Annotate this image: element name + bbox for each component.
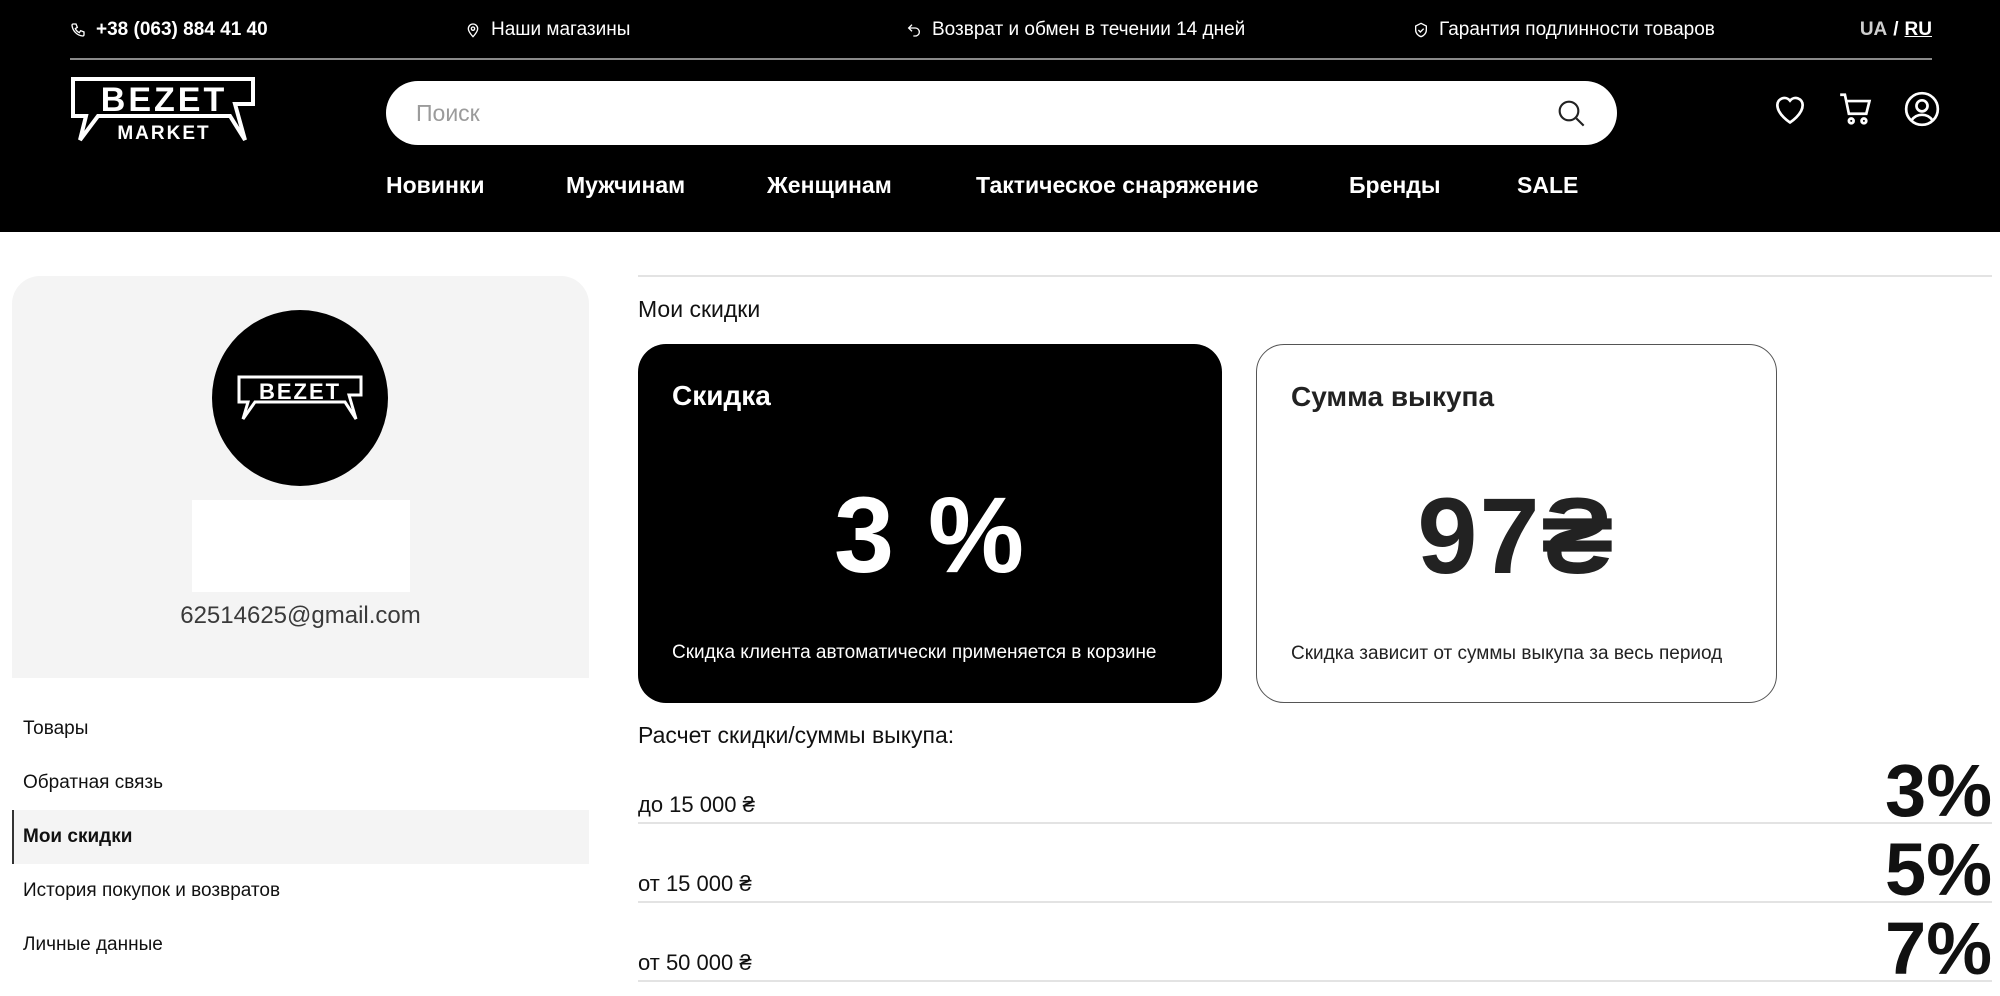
discount-tier-row: до 15 000 ₴ 3%	[638, 745, 1992, 828]
lang-ru-link[interactable]: RU	[1905, 19, 1932, 41]
menu-item-products[interactable]: Товары	[12, 702, 589, 756]
nav-brands[interactable]: Бренды	[1349, 172, 1441, 199]
purchase-sum-title: Сумма выкупа	[1291, 381, 1495, 412]
nav-tactical-gear[interactable]: Тактическое снаряжение	[976, 172, 1259, 199]
account-menu: Товары Обратная связь Мои скидки История…	[12, 702, 589, 972]
stores-link[interactable]: Наши магазины	[465, 0, 630, 60]
phone-icon	[71, 23, 85, 37]
avatar: BEZET	[212, 310, 388, 486]
discount-value: 3 %	[833, 474, 1027, 595]
tier-threshold: от 15 000 ₴	[638, 871, 752, 896]
site-header: +38 (063) 884 41 40 Наши магазины Возвра…	[0, 0, 2000, 232]
tier-threshold: до 15 000 ₴	[638, 792, 755, 817]
logo-text-market: MARKET	[117, 123, 210, 144]
purchase-sum-value: 97₴	[1417, 475, 1616, 596]
purchase-sum-card: Сумма выкупа 97₴ Скидка зависит от суммы…	[1256, 344, 1777, 703]
discount-note: Скидка клиента автоматически применяется…	[672, 642, 1157, 663]
profile-card: BEZET 62514625@gmail.com	[12, 276, 589, 678]
heart-icon[interactable]	[1771, 90, 1809, 128]
discount-card: Скидка 3 % Скидка клиента автоматически …	[638, 344, 1222, 703]
guarantee-link[interactable]: Гарантия подлинности товаров	[1413, 0, 1715, 60]
page-title: Мои скидки	[638, 296, 761, 322]
purchase-sum-note: Скидка зависит от суммы выкупа за весь п…	[1291, 643, 1723, 664]
user-email: 62514625@gmail.com	[180, 602, 421, 629]
tier-threshold: от 50 000 ₴	[638, 950, 752, 975]
guarantee-label[interactable]: Гарантия подлинности товаров	[1439, 19, 1715, 41]
search-icon[interactable]	[1555, 97, 1587, 129]
stores-label[interactable]: Наши магазины	[491, 19, 630, 41]
lang-separator: /	[1893, 19, 1899, 40]
returns-link[interactable]: Возврат и обмен в течении 14 дней	[906, 0, 1245, 60]
discount-card-title: Скидка	[672, 380, 771, 411]
top-info-bar: +38 (063) 884 41 40 Наши магазины Возвра…	[70, 0, 1932, 60]
language-switcher: UA / RU	[1860, 0, 1932, 60]
return-arrow-icon	[907, 24, 920, 37]
nav-women[interactable]: Женщинам	[767, 172, 892, 199]
logo-text-bezet: BEZET	[101, 81, 227, 119]
phone-number[interactable]: +38 (063) 884 41 40	[96, 19, 268, 41]
content-divider	[638, 275, 1992, 277]
tier-percent: 7%	[1885, 907, 1992, 990]
user-name-placeholder	[192, 500, 410, 592]
map-pin-icon	[467, 23, 479, 38]
header-actions	[1771, 90, 1941, 128]
nav-sale[interactable]: SALE	[1517, 172, 1578, 199]
lang-ua-link[interactable]: UA	[1860, 19, 1887, 41]
search-bar	[386, 81, 1617, 145]
avatar-logo-text: BEZET	[259, 379, 341, 404]
cart-icon[interactable]	[1837, 90, 1875, 128]
menu-item-feedback[interactable]: Обратная связь	[12, 756, 589, 810]
shield-check-icon	[1415, 22, 1427, 38]
discount-tier-row: от 15 000 ₴ 5%	[638, 824, 1992, 907]
user-account-icon[interactable]	[1903, 90, 1941, 128]
menu-item-personal-data[interactable]: Личные данные	[12, 918, 589, 972]
menu-item-purchase-history[interactable]: История покупок и возвратов	[12, 864, 589, 918]
nav-men[interactable]: Мужчинам	[566, 172, 685, 199]
bezet-market-logo[interactable]: BEZET MARKET	[70, 76, 256, 144]
returns-label[interactable]: Возврат и обмен в течении 14 дней	[932, 19, 1245, 41]
phone-link[interactable]: +38 (063) 884 41 40	[70, 0, 268, 60]
nav-new-arrivals[interactable]: Новинки	[386, 172, 484, 199]
menu-item-my-discounts[interactable]: Мои скидки	[12, 810, 589, 864]
discount-tier-row: от 50 000 ₴ 7%	[638, 903, 1992, 986]
tier-percent: 3%	[1885, 749, 1992, 832]
search-input[interactable]	[416, 99, 1555, 127]
tier-percent: 5%	[1885, 828, 1992, 911]
